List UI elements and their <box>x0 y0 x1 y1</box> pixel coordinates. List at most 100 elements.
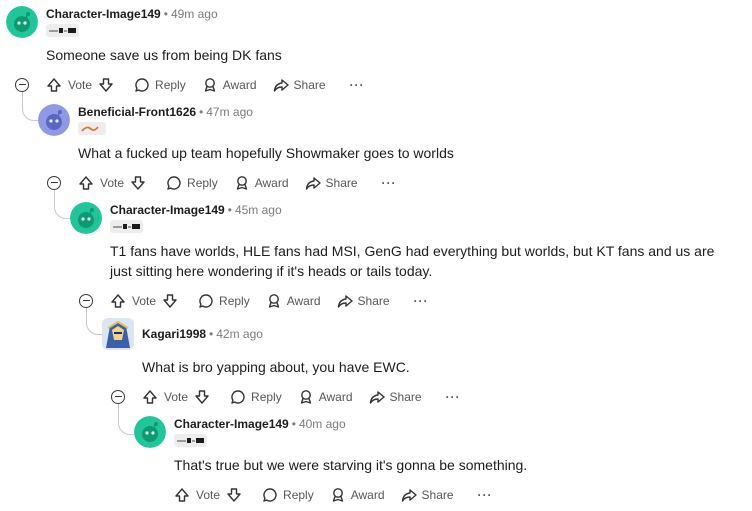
vote-control: Vote <box>78 175 146 191</box>
comment-meta: Character-Image149 • 49m ago <box>46 7 218 21</box>
action-bar: Vote Reply Award Share ··· <box>46 75 381 95</box>
award-label: Award <box>254 176 289 190</box>
username[interactable]: Character-Image149 <box>174 417 289 431</box>
ellipsis-icon: ··· <box>445 390 461 404</box>
arrow-down-icon[interactable] <box>130 175 146 191</box>
share-label: Share <box>421 488 454 502</box>
vote-label: Vote <box>164 390 189 404</box>
collapse-minus-icon[interactable] <box>15 78 29 92</box>
reply-label: Reply <box>155 78 186 92</box>
arrow-up-icon[interactable] <box>174 487 190 503</box>
vote-control: Vote <box>110 293 178 309</box>
action-bar: Vote Reply Award Share ··· <box>110 291 445 311</box>
reply-label: Reply <box>251 390 282 404</box>
comment-meta: Character-Image149 • 45m ago <box>110 203 282 217</box>
user-flair <box>46 24 79 37</box>
speech-bubble-icon <box>263 488 277 502</box>
arrow-up-icon[interactable] <box>78 175 94 191</box>
reply-button[interactable]: Reply <box>166 175 218 191</box>
timestamp[interactable]: 45m ago <box>235 203 282 217</box>
vote-control: Vote <box>174 487 242 503</box>
reply-button[interactable]: Reply <box>262 487 314 503</box>
share-button[interactable]: Share <box>337 293 390 309</box>
separator-dot: • <box>291 417 296 431</box>
award-label: Award <box>222 78 257 92</box>
share-button[interactable]: Share <box>273 77 326 93</box>
username[interactable]: Character-Image149 <box>110 203 225 217</box>
timestamp[interactable]: 42m ago <box>216 327 263 341</box>
share-button[interactable]: Share <box>369 389 422 405</box>
speech-bubble-icon <box>135 78 149 92</box>
arrow-down-icon[interactable] <box>162 293 178 309</box>
action-bar: Vote Reply Award Share ··· <box>142 387 477 407</box>
avatar[interactable] <box>38 104 70 136</box>
ellipsis-icon: ··· <box>349 78 365 92</box>
timestamp[interactable]: 40m ago <box>299 417 346 431</box>
award-button[interactable]: Award <box>202 77 257 93</box>
reply-label: Reply <box>219 294 250 308</box>
share-arrow-icon <box>337 295 353 308</box>
share-arrow-icon <box>305 177 321 190</box>
more-options-button[interactable]: ··· <box>438 390 461 404</box>
avatar[interactable] <box>6 6 38 38</box>
action-bar: Vote Reply Award Share ··· <box>174 485 509 505</box>
comment-text: Someone save us from being DK fans <box>46 47 282 63</box>
vote-control: Vote <box>142 389 210 405</box>
award-button[interactable]: Award <box>266 293 321 309</box>
comment-meta: Character-Image149 • 40m ago <box>174 417 346 431</box>
arrow-up-icon[interactable] <box>142 389 158 405</box>
user-flair <box>78 122 106 135</box>
avatar[interactable] <box>70 202 102 234</box>
arrow-down-icon[interactable] <box>194 389 210 405</box>
comment-text: What is bro yapping about, you have EWC. <box>142 359 410 375</box>
timestamp[interactable]: 49m ago <box>171 7 218 21</box>
arrow-down-icon[interactable] <box>226 487 242 503</box>
vote-control: Vote <box>46 77 114 93</box>
award-icon <box>236 176 247 190</box>
vote-label: Vote <box>132 294 157 308</box>
share-button[interactable]: Share <box>401 487 454 503</box>
more-options-button[interactable]: ··· <box>342 78 365 92</box>
avatar[interactable] <box>102 318 134 350</box>
award-icon <box>268 294 279 308</box>
reply-label: Reply <box>187 176 218 190</box>
username[interactable]: Character-Image149 <box>46 7 161 21</box>
share-label: Share <box>293 78 326 92</box>
share-button[interactable]: Share <box>305 175 358 191</box>
reply-button[interactable]: Reply <box>134 77 186 93</box>
comment-meta: Beneficial-Front1626 • 47m ago <box>78 105 253 119</box>
speech-bubble-icon <box>167 176 181 190</box>
award-button[interactable]: Award <box>298 389 353 405</box>
more-options-button[interactable]: ··· <box>470 488 493 502</box>
action-bar: Vote Reply Award Share ··· <box>78 173 413 193</box>
more-options-button[interactable]: ··· <box>406 294 429 308</box>
user-flair <box>174 434 207 447</box>
reply-button[interactable]: Reply <box>230 389 282 405</box>
comment-meta: Kagari1998 • 42m ago <box>142 327 263 341</box>
share-label: Share <box>389 390 422 404</box>
flair-icon <box>81 125 99 132</box>
reply-button[interactable]: Reply <box>198 293 250 309</box>
arrow-up-icon[interactable] <box>110 293 126 309</box>
more-options-button[interactable]: ··· <box>374 176 397 190</box>
arrow-down-icon[interactable] <box>98 77 114 93</box>
award-icon <box>332 488 343 502</box>
reply-label: Reply <box>283 488 314 502</box>
timestamp[interactable]: 47m ago <box>206 105 253 119</box>
separator-dot: • <box>199 105 204 119</box>
vote-label: Vote <box>196 488 221 502</box>
collapse-minus-icon[interactable] <box>79 294 93 308</box>
avatar[interactable] <box>134 416 166 448</box>
arrow-up-icon[interactable] <box>46 77 62 93</box>
separator-dot: • <box>163 7 168 21</box>
share-arrow-icon <box>401 489 417 502</box>
speech-bubble-icon <box>199 294 213 308</box>
share-arrow-icon <box>369 391 385 404</box>
comment-text: T1 fans have worlds, HLE fans had MSI, G… <box>110 243 715 279</box>
award-button[interactable]: Award <box>234 175 289 191</box>
username[interactable]: Kagari1998 <box>142 327 206 341</box>
username[interactable]: Beneficial-Front1626 <box>78 105 196 119</box>
collapse-minus-icon[interactable] <box>111 390 125 404</box>
award-button[interactable]: Award <box>330 487 385 503</box>
collapse-minus-icon[interactable] <box>47 176 61 190</box>
